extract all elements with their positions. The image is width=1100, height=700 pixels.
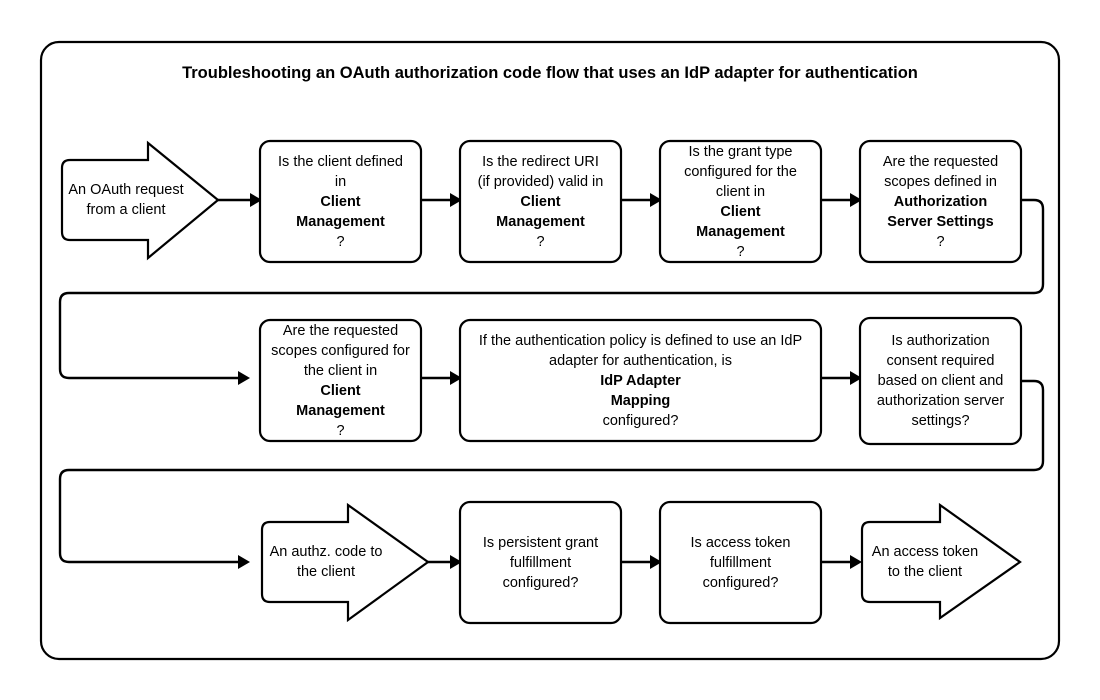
node-shape-access-token-fulfillment bbox=[658, 500, 823, 625]
flowchart-canvas bbox=[39, 40, 1061, 661]
node-shape-persistent-grant-fulfillment bbox=[458, 500, 623, 625]
arrowhead-row1-to-row2 bbox=[238, 371, 250, 385]
node-shape-authorization-consent-required bbox=[858, 316, 1023, 446]
node-shape-client-defined bbox=[258, 139, 423, 264]
node-shape-access-token-to-client bbox=[860, 502, 1022, 621]
flowchart-diagram: Troubleshooting an OAuth authorization c… bbox=[0, 0, 1100, 700]
node-shape-scopes-defined-auth-server bbox=[858, 139, 1023, 264]
page-title: Troubleshooting an OAuth authorization c… bbox=[182, 64, 918, 82]
node-shape-grant-type-configured bbox=[658, 139, 823, 264]
node-shape-scopes-configured-client bbox=[258, 318, 423, 443]
node-shape-idp-adapter-mapping bbox=[458, 318, 823, 443]
node-shape-oauth-request bbox=[60, 140, 220, 261]
arrowhead-row2-to-row3 bbox=[238, 555, 250, 569]
node-shape-authz-code-to-client bbox=[260, 502, 430, 623]
arrowhead-r3-c bbox=[850, 555, 862, 569]
node-shape-redirect-uri-valid bbox=[458, 139, 623, 264]
